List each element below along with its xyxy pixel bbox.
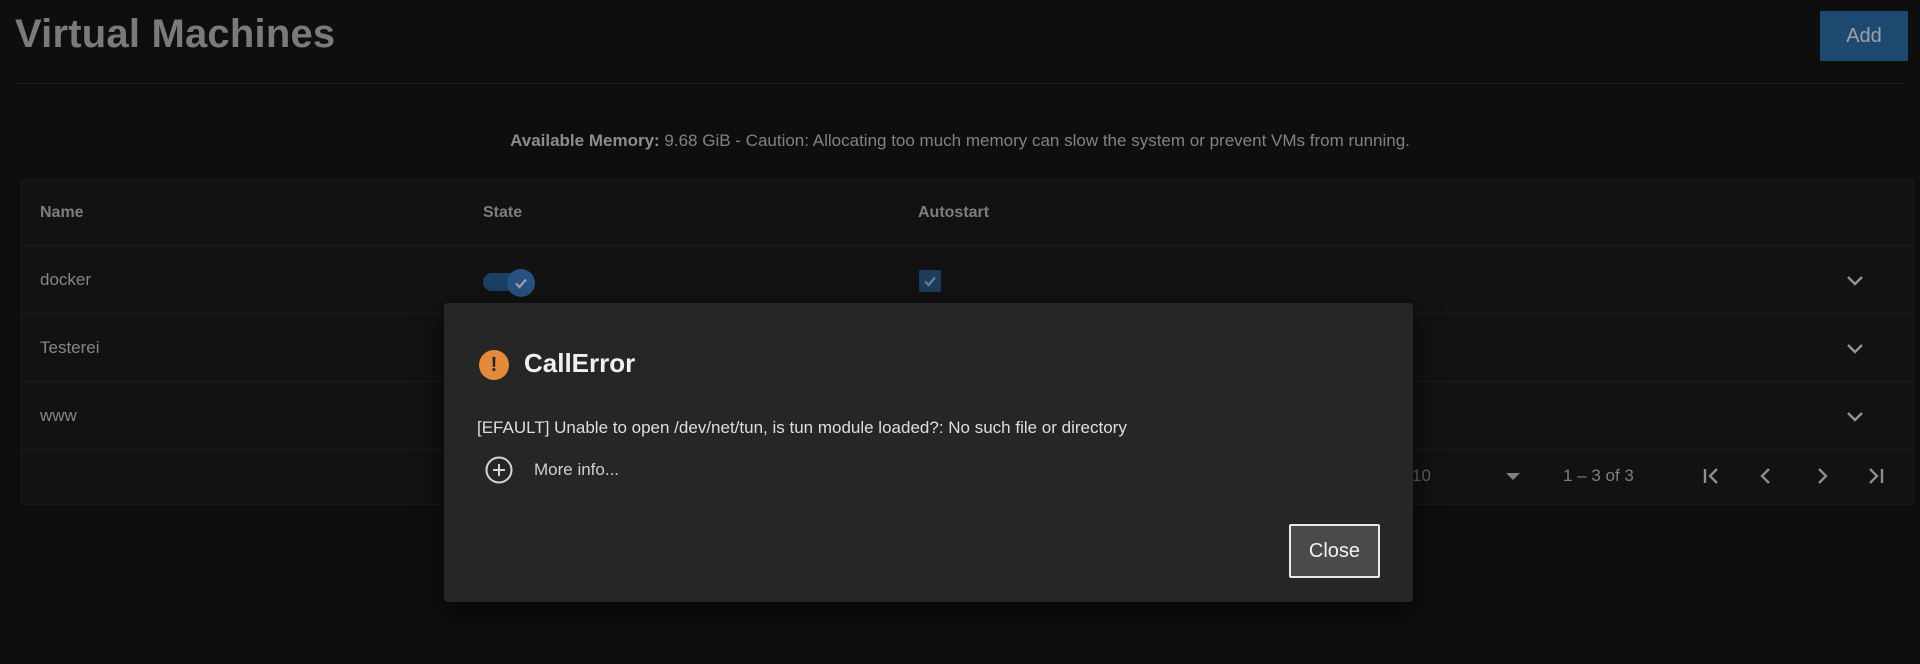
more-info-label[interactable]: More info... xyxy=(534,460,619,480)
error-message: [EFAULT] Unable to open /dev/net/tun, is… xyxy=(477,418,1127,437)
error-dialog: ! CallError [EFAULT] Unable to open /dev… xyxy=(444,303,1413,602)
warning-icon: ! xyxy=(479,350,509,380)
dialog-title: CallError xyxy=(524,348,636,378)
close-button[interactable]: Close xyxy=(1289,524,1380,578)
page: Virtual Machines Add Available Memory: 9… xyxy=(0,0,1920,664)
more-info-toggle[interactable]: More info... xyxy=(484,453,619,487)
plus-circle-icon[interactable] xyxy=(484,455,514,485)
